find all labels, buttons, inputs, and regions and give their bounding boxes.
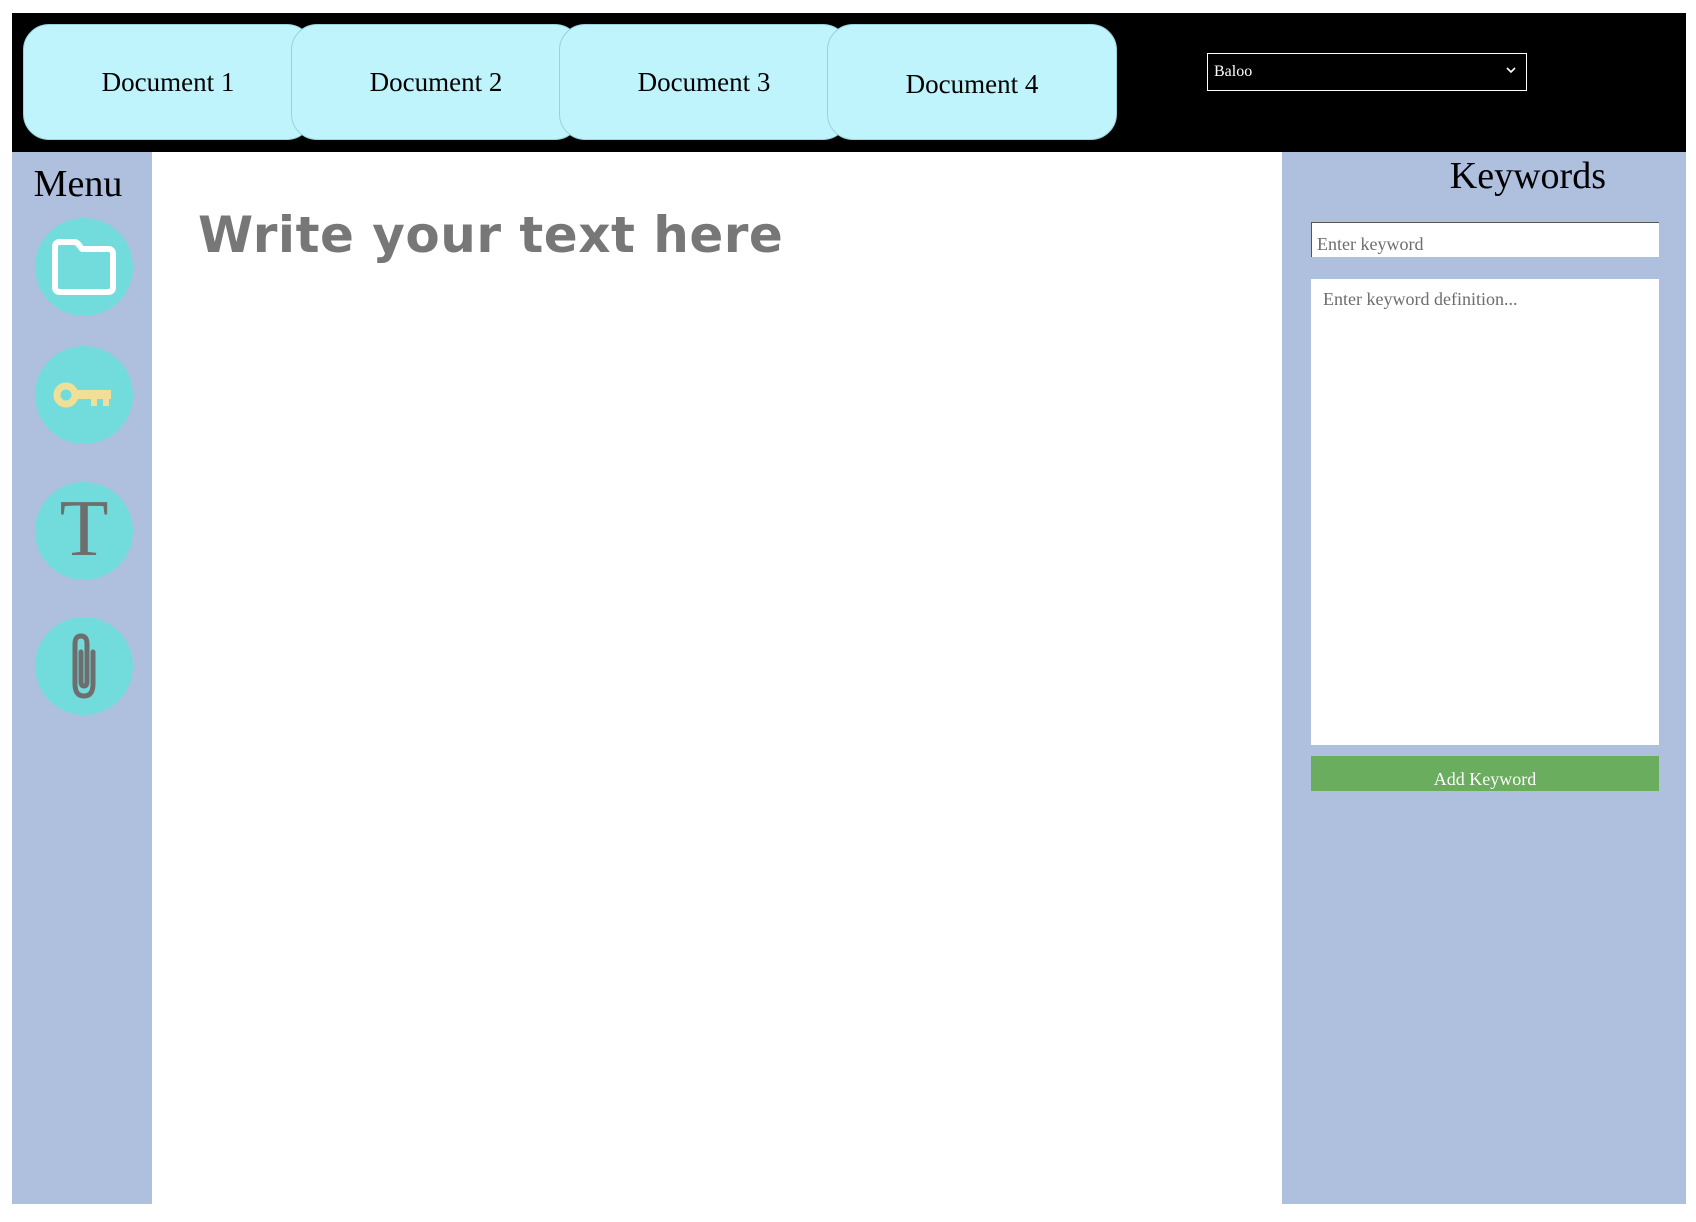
tab-label: Document 3 <box>637 66 771 97</box>
text-icon: T <box>59 485 109 573</box>
font-select[interactable]: Baloo <box>1207 53 1527 91</box>
menu-title: Menu <box>33 163 123 205</box>
tab-label: Document 2 <box>369 66 503 97</box>
editor-placeholder[interactable]: Write your text here <box>198 206 783 264</box>
tab-label: Document 4 <box>905 68 1039 99</box>
attachment-button[interactable] <box>35 617 133 715</box>
keyword-input[interactable]: Enter keyword <box>1311 222 1659 257</box>
tab-document-4[interactable]: Document 4 <box>827 24 1117 140</box>
add-keyword-button[interactable]: Add Keyword <box>1311 756 1659 791</box>
editor-area[interactable]: Write your text here <box>152 152 1282 1204</box>
keywords-panel: Keywords Enter keyword Enter keyword def… <box>1282 152 1686 1204</box>
paperclip-icon <box>72 633 96 699</box>
menu-sidebar: Menu T <box>12 152 152 1204</box>
text-button[interactable]: T <box>35 482 133 580</box>
folder-icon <box>52 239 116 295</box>
tab-document-2[interactable]: Document 2 <box>291 24 581 140</box>
key-button[interactable] <box>35 346 133 444</box>
keywords-title: Keywords <box>1449 155 1606 197</box>
tab-document-1[interactable]: Document 1 <box>23 24 313 140</box>
top-bar: Document 1 Document 2 Document 3 Documen… <box>12 13 1686 152</box>
key-icon <box>53 382 111 408</box>
chevron-down-icon <box>1506 67 1516 74</box>
keyword-definition-textarea[interactable]: Enter keyword definition... <box>1311 279 1659 745</box>
app-frame: Document 1 Document 2 Document 3 Documen… <box>12 13 1686 1204</box>
folder-button[interactable] <box>35 218 133 316</box>
tab-document-3[interactable]: Document 3 <box>559 24 849 140</box>
tab-label: Document 1 <box>101 66 235 97</box>
font-select-value: Baloo <box>1214 63 1253 80</box>
